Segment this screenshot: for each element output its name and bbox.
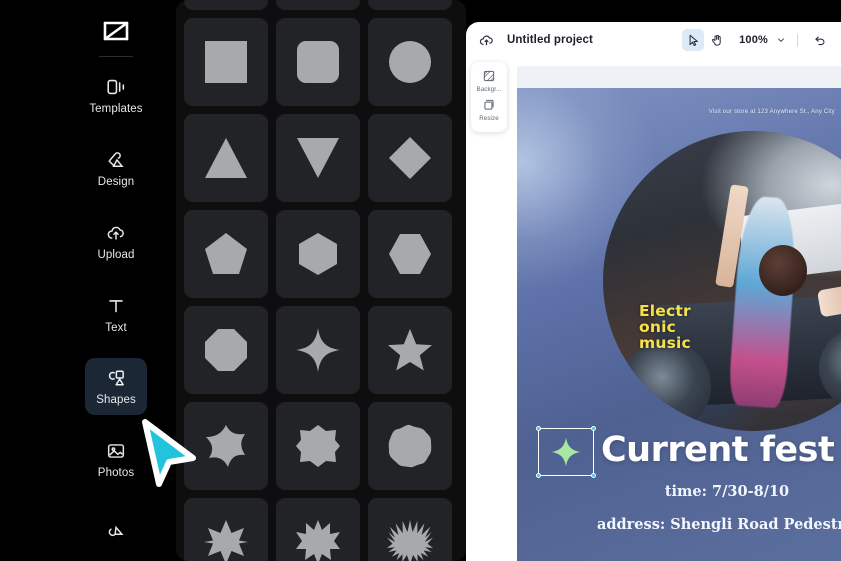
resize-icon bbox=[481, 97, 497, 113]
left-sidebar: Templates Design Upload Text Shapes Phot… bbox=[82, 0, 150, 561]
chevron-down-icon[interactable] bbox=[776, 35, 786, 45]
shapes-panel bbox=[176, 0, 466, 561]
background-icon bbox=[481, 68, 497, 84]
upload-cloud-icon bbox=[104, 221, 128, 245]
background-label: Backgr... bbox=[476, 86, 502, 93]
shape-item-octagon[interactable] bbox=[184, 306, 268, 394]
shape-item-line[interactable] bbox=[184, 0, 268, 10]
shape-item-hexagon-vertical[interactable] bbox=[276, 210, 360, 298]
canvas-tool-card: Backgr... Resize bbox=[471, 62, 507, 132]
resize-handle-top-right[interactable] bbox=[591, 426, 596, 431]
sidebar-item-label: Design bbox=[97, 176, 135, 189]
shape-item-square[interactable] bbox=[184, 18, 268, 106]
capcut-logo-icon[interactable] bbox=[96, 16, 136, 48]
sidebar-divider bbox=[99, 55, 133, 57]
text-icon bbox=[104, 294, 128, 318]
genre-line-3: music bbox=[639, 333, 691, 352]
sidebar-item-label: Upload bbox=[97, 248, 135, 261]
shape-item-five-point-rounded-burst[interactable] bbox=[184, 402, 268, 490]
shape-item-sunburst-star[interactable] bbox=[368, 498, 452, 561]
resize-handle-top-left[interactable] bbox=[536, 426, 541, 431]
shapes-icon bbox=[104, 366, 128, 390]
cloud-save-icon[interactable] bbox=[477, 31, 495, 49]
sidebar-item-label: Templates bbox=[89, 103, 143, 116]
resize-button[interactable]: Resize bbox=[479, 97, 499, 122]
hand-icon[interactable] bbox=[706, 29, 728, 51]
shapes-grid bbox=[184, 0, 460, 561]
sidebar-item-label: Text bbox=[105, 321, 127, 334]
sidebar-item-partial[interactable] bbox=[85, 503, 147, 561]
shape-item-four-point-star[interactable] bbox=[276, 306, 360, 394]
four-point-star-icon bbox=[551, 437, 581, 467]
app-root: Templates Design Upload Text Shapes Phot… bbox=[0, 0, 841, 561]
resize-label: Resize bbox=[479, 115, 499, 122]
poster-title[interactable]: Current fest bbox=[601, 430, 835, 470]
resize-handle-bottom-right[interactable] bbox=[591, 473, 596, 478]
toolbar-divider bbox=[797, 33, 798, 47]
poster-dj-photo bbox=[603, 131, 841, 431]
poster-store-address: Visit our store at 123 Anywhere St., Any… bbox=[708, 109, 835, 115]
sidebar-item-shapes[interactable]: Shapes bbox=[85, 357, 147, 416]
elements-icon bbox=[104, 520, 128, 544]
shape-item-ten-point-blob[interactable] bbox=[368, 402, 452, 490]
sidebar-item-label: Shapes bbox=[96, 394, 136, 407]
shape-item-diamond[interactable] bbox=[368, 114, 452, 202]
sidebar-item-photos[interactable]: Photos bbox=[85, 430, 147, 488]
design-icon bbox=[104, 148, 128, 172]
sidebar-item-label: Photos bbox=[97, 467, 135, 480]
shape-item-twelve-point-star[interactable] bbox=[276, 498, 360, 561]
shape-item-eight-point-star[interactable] bbox=[184, 498, 268, 561]
shape-item-circle[interactable] bbox=[368, 18, 452, 106]
shape-item-hexagon-horizontal[interactable] bbox=[368, 210, 452, 298]
project-title[interactable]: Untitled project bbox=[507, 34, 593, 46]
background-button[interactable]: Backgr... bbox=[477, 68, 502, 93]
shape-item-eight-point-blob[interactable] bbox=[276, 402, 360, 490]
sidebar-item-templates[interactable]: Templates bbox=[85, 67, 147, 125]
zoom-level[interactable]: 100% bbox=[739, 34, 768, 46]
undo-arrow-icon[interactable] bbox=[809, 29, 831, 51]
poster-address[interactable]: address: Shengli Road Pedestri bbox=[597, 516, 841, 533]
poster-genre-text[interactable]: Electr onic music bbox=[639, 303, 693, 352]
shape-item-triangle-down[interactable] bbox=[276, 114, 360, 202]
shape-item-five-point-star[interactable] bbox=[368, 306, 452, 394]
sidebar-item-text[interactable]: Text bbox=[85, 285, 147, 343]
shape-item-triangle-up[interactable] bbox=[184, 114, 268, 202]
canvas-area[interactable]: Visit our store at 123 Anywhere St., Any… bbox=[517, 66, 841, 561]
selected-shape-bounding-box[interactable] bbox=[536, 426, 596, 478]
resize-handle-bottom-left[interactable] bbox=[536, 473, 541, 478]
poster-design[interactable]: Visit our store at 123 Anywhere St., Any… bbox=[517, 88, 841, 561]
templates-icon bbox=[104, 75, 128, 99]
shape-item-pentagon[interactable] bbox=[184, 210, 268, 298]
shape-item-rounded-square[interactable] bbox=[276, 18, 360, 106]
sidebar-item-upload[interactable]: Upload bbox=[85, 212, 147, 270]
shape-item-arrow[interactable] bbox=[276, 0, 360, 10]
topbar-tools: 100% bbox=[682, 29, 841, 51]
poster-time[interactable]: time: 7/30-8/10 bbox=[517, 483, 841, 500]
sidebar-item-design[interactable]: Design bbox=[85, 139, 147, 197]
cursor-arrow-icon[interactable] bbox=[682, 29, 705, 51]
editor-window: Untitled project 100% Backgr... Resize V… bbox=[466, 22, 841, 561]
editor-topbar: Untitled project 100% bbox=[466, 22, 841, 58]
photos-icon bbox=[104, 439, 128, 463]
shape-item-oval[interactable] bbox=[368, 0, 452, 10]
